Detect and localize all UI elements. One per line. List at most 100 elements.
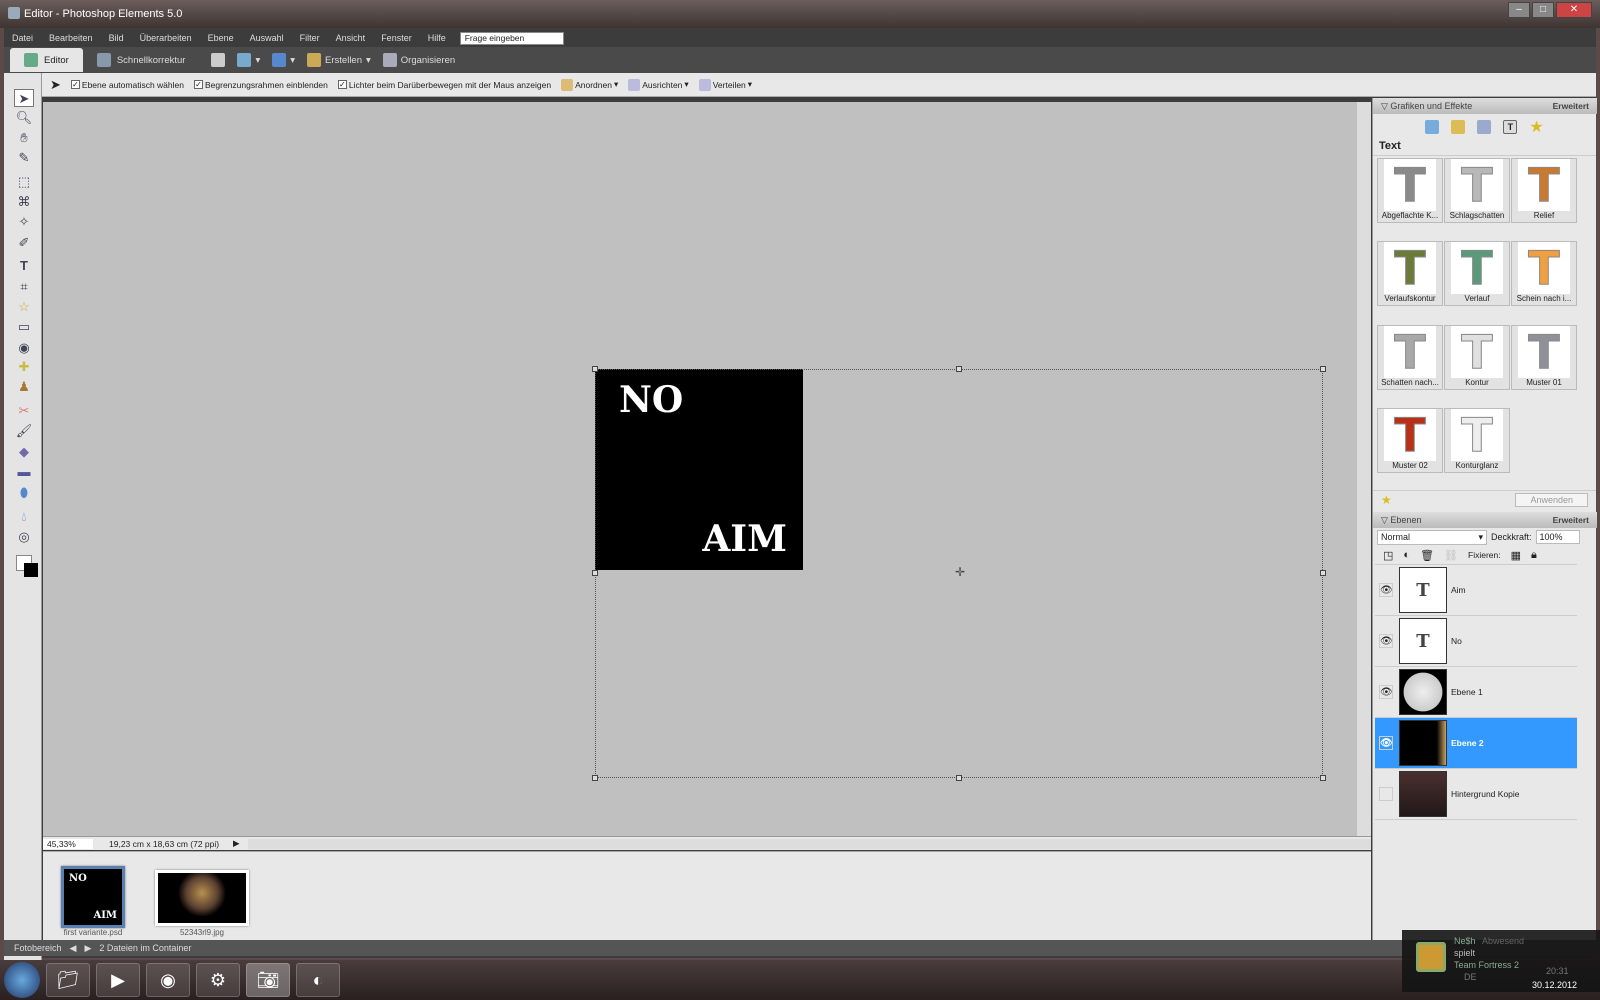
layers-more-button[interactable]: Erweitert <box>1553 515 1589 525</box>
background-color-swatch[interactable] <box>24 563 38 577</box>
canvas-vertical-scrollbar[interactable] <box>1357 102 1371 836</box>
print-icon[interactable] <box>211 53 226 67</box>
blend-mode-select[interactable]: Normal ▾ <box>1377 529 1487 545</box>
menu-ebene[interactable]: Ebene <box>200 33 242 43</box>
trash-icon[interactable]: 🗑︎ <box>1420 549 1434 562</box>
visibility-eye-icon[interactable]: 👁︎ <box>1379 685 1393 699</box>
email-icon[interactable] <box>272 53 287 67</box>
effect-item[interactable]: T Verlaufskontur <box>1377 241 1443 307</box>
straighten-tool[interactable]: ▭ <box>14 318 34 336</box>
arrange-dropdown[interactable]: Anordnen ▾ <box>561 78 618 91</box>
new-layer-icon[interactable]: ◳ <box>1383 549 1393 562</box>
opacity-input[interactable]: 100% <box>1535 530 1580 544</box>
effect-item[interactable]: T Schein nach i... <box>1511 241 1577 307</box>
auto-select-checkbox[interactable]: ✓ Ebene automatisch wählen <box>70 80 184 90</box>
effect-item[interactable]: T Muster 01 <box>1511 324 1577 390</box>
effect-item[interactable]: T Konturglanz <box>1444 407 1510 473</box>
highlight-checkbox[interactable]: ✓ Lichter beim Darüberbewegen mit der Mau… <box>337 80 551 90</box>
start-button[interactable] <box>4 962 40 998</box>
menu-hilfe[interactable]: Hilfe <box>420 33 454 43</box>
effect-item[interactable]: T Schatten nach... <box>1377 324 1443 390</box>
align-dropdown[interactable]: Ausrichten ▾ <box>628 78 689 91</box>
effect-item[interactable]: T Relief <box>1511 158 1577 223</box>
hand-tool[interactable]: ✋︎ <box>14 129 34 147</box>
apply-button[interactable]: Anwenden <box>1515 492 1588 507</box>
effect-item[interactable]: T Kontur <box>1444 324 1510 390</box>
menu-bearbeiten[interactable]: Bearbeiten <box>41 33 101 43</box>
chrome-icon[interactable]: ◉ <box>146 963 190 997</box>
layer-styles-icon[interactable] <box>1451 120 1466 134</box>
status-menu-arrow[interactable]: ▶ <box>233 838 240 849</box>
move-tool[interactable]: ➤ <box>14 89 34 107</box>
adjustment-layer-icon[interactable]: ◐ <box>1403 549 1410 561</box>
paint-bucket-tool[interactable]: ◆ <box>14 443 34 461</box>
lock-icon[interactable]: 🔒︎ <box>1531 549 1537 562</box>
teamspeak-icon[interactable]: ◐ <box>296 963 340 997</box>
steam-icon[interactable]: ⚙ <box>196 963 240 997</box>
text-tool[interactable]: T <box>14 257 34 275</box>
tab-quickfix[interactable]: Schnellkorrektur <box>83 48 200 72</box>
layer-row[interactable]: 👁︎ Ebene 2 <box>1375 718 1577 769</box>
clone-stamp-tool[interactable]: ♟ <box>14 378 34 396</box>
lasso-tool[interactable]: ⌘ <box>14 193 34 211</box>
next-icon[interactable]: ▶ <box>84 943 91 954</box>
menu-auswahl[interactable]: Auswahl <box>242 33 292 43</box>
layer-row[interactable]: Hintergrund Kopie <box>1375 769 1577 820</box>
filters-icon[interactable] <box>1425 120 1440 134</box>
layer-row[interactable]: 👁︎ T Aim <box>1375 565 1577 616</box>
photo-effects-icon[interactable] <box>1477 120 1492 134</box>
effects-more-button[interactable]: Erweitert <box>1553 101 1589 111</box>
visibility-eye-icon[interactable]: 👁︎ <box>1379 583 1393 597</box>
effect-item[interactable]: T Verlauf <box>1444 241 1510 307</box>
eyedropper-tool[interactable]: ✎ <box>14 149 34 167</box>
effects-panel-header[interactable]: ▽ Grafiken und Effekte Erweitert <box>1373 98 1597 114</box>
layer-row[interactable]: 👁︎ T No <box>1375 616 1577 667</box>
move-tool-icon[interactable]: ➤ <box>50 77 61 93</box>
photo-bin-toggle[interactable]: Fotobereich <box>14 943 62 953</box>
menu-datei[interactable]: Datei <box>4 33 41 43</box>
show-bbox-checkbox[interactable]: ✓ Begrenzungsrahmen einblenden <box>193 80 328 90</box>
magic-wand-tool[interactable]: ✧ <box>14 213 34 231</box>
add-favorite-icon[interactable]: ★ <box>1381 493 1392 507</box>
create-button[interactable]: Erstellen ▾ <box>307 53 371 67</box>
brush-tool[interactable]: 🖌︎ <box>14 422 34 440</box>
prev-icon[interactable]: ◀ <box>70 943 77 954</box>
selection-brush-tool[interactable]: ✐ <box>14 234 34 252</box>
explorer-icon[interactable]: 📁︎ <box>46 963 90 997</box>
close-button[interactable]: ✕ <box>1556 2 1592 18</box>
photo-bin-item[interactable]: NO AIM first variante.psd <box>61 866 125 937</box>
menu-bild[interactable]: Bild <box>101 33 132 43</box>
bounding-box[interactable]: ✛ <box>592 366 1326 781</box>
distribute-dropdown[interactable]: Verteilen ▾ <box>698 78 752 91</box>
photo-bin-item[interactable]: 52343rl9.jpg <box>155 866 249 937</box>
effect-item[interactable]: T Muster 02 <box>1377 407 1443 473</box>
sponge-tool[interactable]: ◎ <box>14 528 34 546</box>
red-eye-tool[interactable]: ◉ <box>14 339 34 357</box>
steam-notification[interactable]: Ne$h Abwesend spielt Team Fortress 2 DE … <box>1402 930 1600 992</box>
maximize-button[interactable]: □ <box>1532 2 1554 18</box>
crop-tool[interactable]: ⌗ <box>14 278 34 296</box>
effect-item[interactable]: T Schlagschatten <box>1444 158 1510 223</box>
shape-tool[interactable]: ⬮ <box>14 484 34 502</box>
gradient-tool[interactable]: ▬ <box>14 463 34 481</box>
effect-item[interactable]: T Abgeflachte K... <box>1377 158 1443 223</box>
visibility-eye-icon[interactable]: 👁︎ <box>1379 634 1393 648</box>
menu-ueberarbeiten[interactable]: Überarbeiten <box>132 33 200 43</box>
share-icon[interactable] <box>237 53 252 67</box>
marquee-tool[interactable]: ⬚ <box>14 173 34 191</box>
layers-panel-header[interactable]: ▽ Ebenen Erweitert <box>1373 512 1597 528</box>
favorites-star-icon[interactable]: ★ <box>1529 117 1543 137</box>
lock-transparency-icon[interactable]: ▦ <box>1511 549 1521 562</box>
menu-ansicht[interactable]: Ansicht <box>328 33 374 43</box>
canvas-horizontal-scrollbar[interactable] <box>247 838 1371 849</box>
zoom-tool[interactable]: 🔍︎ <box>14 109 34 127</box>
photoshop-elements-icon[interactable]: 📷︎ <box>246 963 290 997</box>
minimize-button[interactable]: – <box>1508 2 1530 18</box>
eraser-tool[interactable]: ✂ <box>14 402 34 420</box>
healing-brush-tool[interactable]: ✚ <box>14 358 34 376</box>
visibility-eye-icon[interactable]: 👁︎ <box>1379 736 1393 750</box>
layer-row[interactable]: 👁︎ Ebene 1 <box>1375 667 1577 718</box>
text-effects-icon[interactable]: T <box>1503 120 1518 134</box>
menu-filter[interactable]: Filter <box>292 33 328 43</box>
help-search-input[interactable]: Frage eingeben <box>459 31 564 45</box>
